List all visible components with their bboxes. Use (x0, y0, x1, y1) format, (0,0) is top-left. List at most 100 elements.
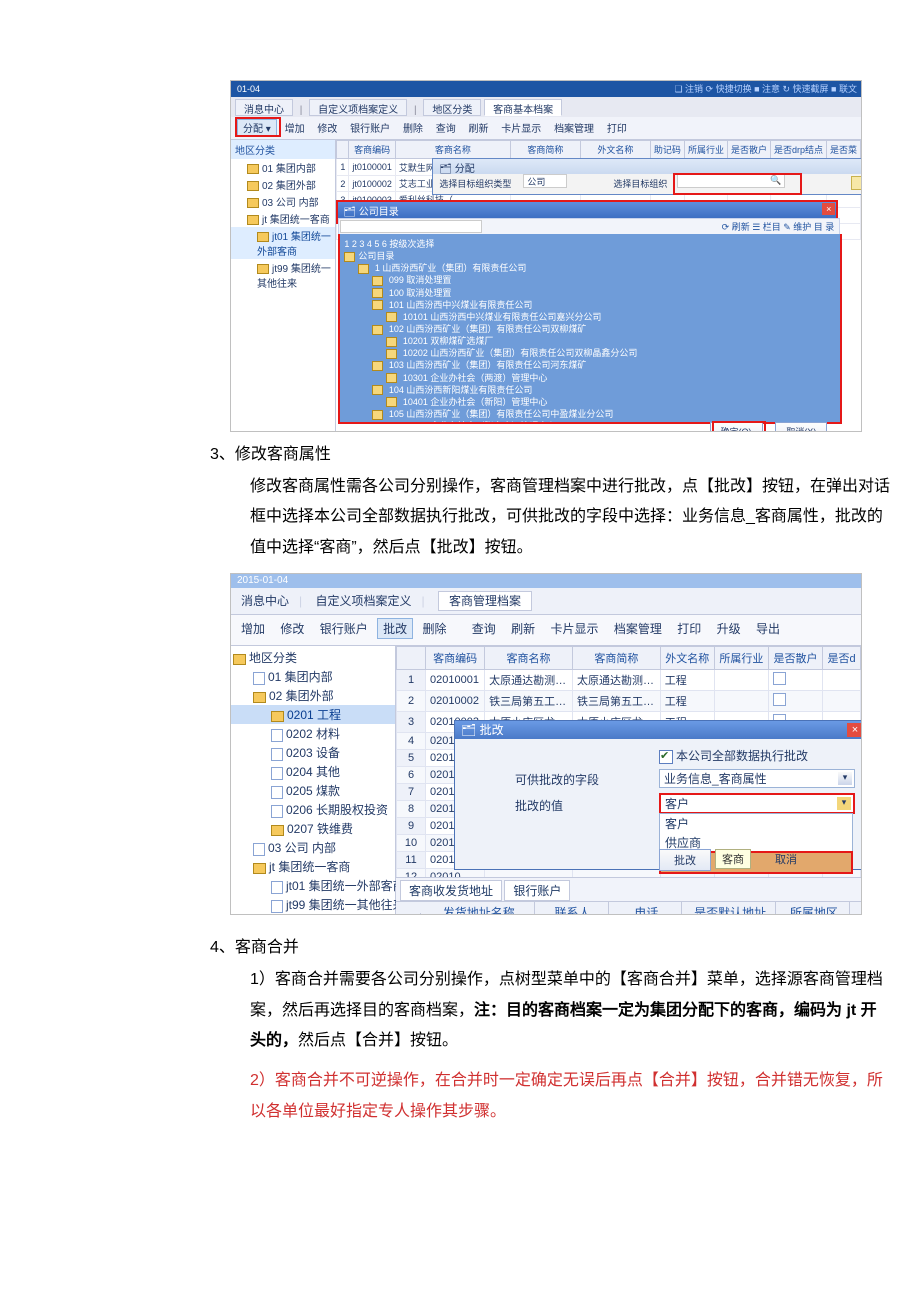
section-4-p2: 2）客商合并不可逆操作，在合并时一定确定无误后再点【合并】按钮，合并错无恢复，所… (250, 1066, 890, 1127)
side-item[interactable]: 02 集团外部 (231, 686, 395, 705)
btn-delete[interactable]: 删除 (416, 618, 452, 639)
top-tab-row: 消息中心 | 自定义项档案定义 | 地区分类 客商基本档案 (231, 97, 861, 117)
col-short: 客商简称 (510, 141, 580, 159)
side-item[interactable]: jt99 集团统一其他往来 (231, 259, 335, 291)
side-item[interactable]: 03 公司 内部 (231, 838, 395, 857)
popup-field-label: 可供批改的字段 (515, 771, 599, 788)
tab-msg[interactable]: 消息中心 (241, 592, 289, 609)
btn-query[interactable]: 查询 (466, 618, 502, 639)
section-4-p1: 1）客商合并需要各公司分别操作，点树型菜单中的【客商合并】菜单，选择源客商管理档… (250, 965, 890, 1056)
tab-vendor-mgmt[interactable]: 客商管理档案 (438, 591, 532, 611)
btn-card[interactable]: 卡片显示 (545, 618, 605, 639)
side-item[interactable]: jt01 集团统一外部客商 (231, 227, 335, 259)
screenshot-batch-edit: 2015-01-04 消息中心| 自定义项档案定义| 客商管理档案 增加 修改 … (230, 573, 862, 915)
popup-tooltip: 客商 (715, 849, 751, 869)
close-icon[interactable]: × (847, 723, 862, 737)
side-item[interactable]: 03 公司 内部 (231, 193, 335, 210)
btn-print[interactable]: 打印 (602, 120, 632, 135)
section-4-heading: 4、客商合并 (210, 933, 880, 957)
side-item[interactable]: 0203 设备 (231, 743, 395, 762)
side-item-selected[interactable]: 0201 工程 (231, 705, 395, 724)
side-item[interactable]: 0202 材料 (231, 724, 395, 743)
btn-bank[interactable]: 银行账户 (345, 120, 395, 135)
col-mnemo: 助记码 (650, 141, 684, 159)
popup-field-value[interactable]: 业务信息_客商属性▾ (659, 769, 855, 788)
btn-edit[interactable]: 修改 (274, 618, 310, 639)
btn-batch-edit[interactable]: 批改 (377, 618, 413, 639)
popup-title[interactable]: 🗂 批改× (455, 721, 862, 739)
btn-refresh[interactable]: 刷新 (505, 618, 541, 639)
side-item[interactable]: jt 集团统一客商 (231, 857, 395, 876)
popup-cancel[interactable]: 取消 (775, 851, 797, 867)
btn-add[interactable]: 增加 (280, 120, 310, 135)
side-item[interactable]: 0206 长期股权投资 (231, 800, 395, 819)
tab-msg-center[interactable]: 消息中心 (235, 99, 293, 116)
popup-check-all[interactable]: 本公司全部数据执行批改 (659, 747, 808, 764)
subtab-bank[interactable]: 银行账户 (504, 880, 570, 901)
assign-icon-buttons[interactable] (850, 176, 862, 193)
btn-delete[interactable]: 删除 (398, 120, 428, 135)
screenshot-assign-company: 01-04 ❏ 注销 ⟳ 快捷切换 ■ 注意 ↻ 快速截屏 ■ 联文 消息中心 … (230, 80, 862, 432)
side-item[interactable]: 02 集团外部 (231, 176, 335, 193)
assign-dialog-fields: 选择目标组织类型 公司 选择目标组织 🔍 (432, 174, 862, 195)
col-short: 客商简称 (572, 647, 660, 670)
batch-edit-dialog[interactable]: 🗂 批改× 本公司全部数据执行批改 可供批改的字段 业务信息_客商属性▾ 批改的… (454, 720, 862, 870)
btn-card[interactable]: 卡片显示 (496, 120, 546, 135)
col-addr-name: 发货地址名称 (424, 902, 535, 915)
col-drp: 是否drp结点 (770, 141, 826, 159)
tab-region[interactable]: 地区分类 (423, 99, 481, 116)
cancel-button[interactable]: 取消(X) (775, 422, 827, 432)
sub-tabs: 客商收发货地址 银行账户 (396, 877, 862, 902)
highlight-org-input (673, 173, 802, 195)
popup-value-label: 批改的值 (515, 797, 563, 814)
side-item[interactable]: 0207 铁维费 (231, 819, 395, 838)
tab-vendor-archive[interactable]: 客商基本档案 (484, 99, 562, 116)
section-3-body: 修改客商属性需各公司分别操作，客商管理档案中进行批改，点【批改】按钮，在弹出对话… (250, 472, 890, 563)
option-customer[interactable]: 客户 (660, 814, 852, 833)
highlight-assign-btn (235, 117, 281, 137)
btn-query[interactable]: 查询 (431, 120, 461, 135)
popup-value-field[interactable]: 客户▾ (659, 793, 855, 814)
tab-custom[interactable]: 自定义项档案定义 (315, 592, 411, 609)
subtab-addr[interactable]: 客商收发货地址 (400, 880, 502, 901)
btn-arch-mgr[interactable]: 档案管理 (549, 120, 599, 135)
side-item[interactable]: 01 集团内部 (231, 667, 395, 686)
company-directory-title[interactable]: 🗂 公司目录 × (338, 202, 838, 219)
side-item[interactable]: jt 集团统一客商 (231, 210, 335, 227)
toolbar: 分配 ▾ 增加 修改 银行账户 删除 查询 刷新 卡片显示 档案管理 打印 (231, 117, 861, 140)
side-header: 地区分类 (249, 651, 297, 665)
directory-search[interactable] (340, 220, 482, 233)
col-foreign: 外文名称 (580, 141, 650, 159)
assign-type-label: 选择目标组织类型 (439, 177, 511, 190)
btn-edit[interactable]: 修改 (312, 120, 342, 135)
col-region: 所属地区 (779, 902, 850, 915)
side-tree: 地区分类 01 集团内部 02 集团外部 0201 工程 0202 材料 020… (231, 646, 396, 915)
btn-add[interactable]: 增加 (235, 618, 271, 639)
btn-bank[interactable]: 银行账户 (314, 618, 374, 639)
company-tree[interactable]: 1 2 3 4 5 6 按级次选择 公司目录 1 山西汾西矿业（集团）有限责任公… (338, 234, 842, 424)
btn-print[interactable]: 打印 (671, 618, 707, 639)
top-tab-row: 消息中心| 自定义项档案定义| 客商管理档案 (231, 588, 861, 614)
col-code: 客商编码 (349, 141, 396, 159)
window-title-bar: 01-04 ❏ 注销 ⟳ 快捷切换 ■ 注意 ↻ 快速截屏 ■ 联文 (231, 81, 861, 97)
side-item[interactable]: 01 集团内部 (231, 159, 335, 176)
btn-upgrade[interactable]: 升级 (711, 618, 747, 639)
col-foreign: 外文名称 (660, 647, 714, 670)
col-retail: 是否散户 (768, 647, 822, 670)
side-item[interactable]: 0204 其他 (231, 762, 395, 781)
col-contact: 联系人 (538, 902, 609, 915)
popup-confirm-button[interactable]: 批改 (659, 849, 711, 871)
side-item[interactable]: jt99 集团统一其他往来 (231, 895, 395, 914)
side-item[interactable]: jt01 集团统一外部客商 (231, 876, 395, 895)
col-phone: 电话 (611, 902, 682, 915)
tree-levels[interactable]: 1 2 3 4 5 6 按级次选择 (344, 238, 836, 250)
close-icon[interactable]: × (822, 203, 835, 215)
btn-arch-mgr[interactable]: 档案管理 (608, 618, 668, 639)
assign-type-value[interactable]: 公司 (523, 174, 567, 188)
btn-export[interactable]: 导出 (750, 618, 786, 639)
col-code: 客商编码 (426, 647, 485, 670)
side-item[interactable]: 0205 煤款 (231, 781, 395, 800)
btn-refresh[interactable]: 刷新 (464, 120, 494, 135)
tab-custom-def[interactable]: 自定义项档案定义 (309, 99, 407, 116)
col-industry: 所属行业 (684, 141, 727, 159)
